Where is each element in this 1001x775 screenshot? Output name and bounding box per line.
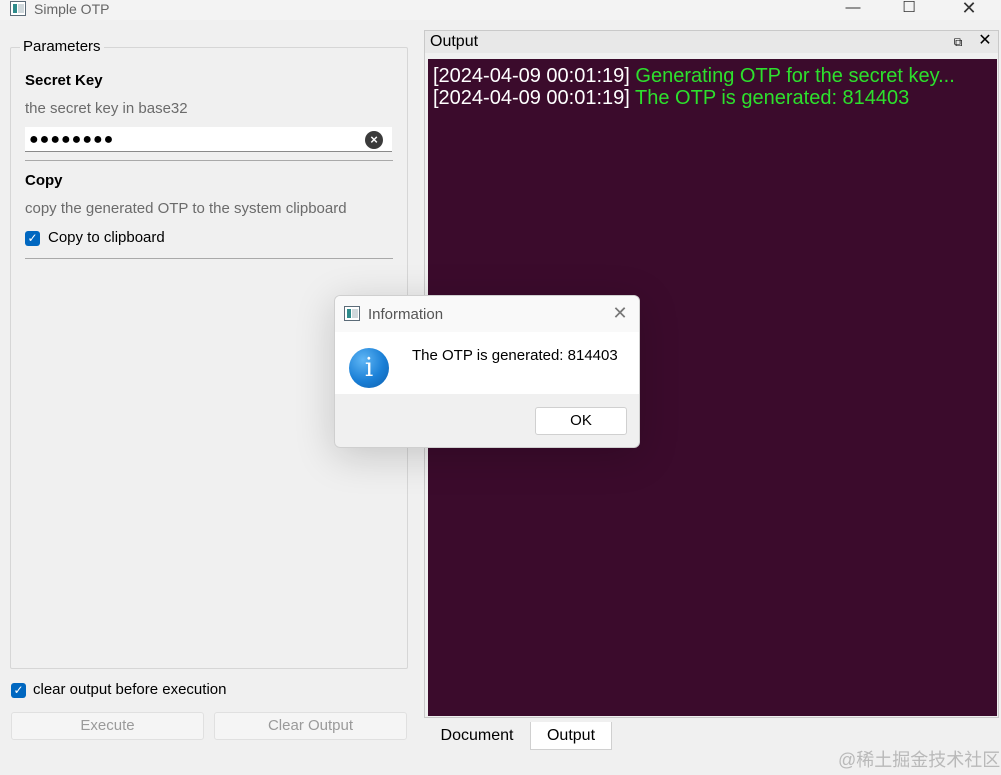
copy-description: copy the generated OTP to the system cli… xyxy=(25,200,347,217)
console-message: Generating OTP for the secret key... xyxy=(635,65,955,87)
console-message: The OTP is generated: 814403 xyxy=(635,87,910,109)
console-line: [2024-04-09 00:01:19] The OTP is generat… xyxy=(433,87,997,109)
clear-output-before-execution-checkbox[interactable]: ✓ xyxy=(11,683,26,698)
dialog-message: The OTP is generated: 814403 xyxy=(412,347,618,364)
window-close-icon[interactable]: ✕ xyxy=(946,0,992,20)
dialog-titlebar: Information ✕ xyxy=(335,296,639,332)
maximize-icon[interactable]: ☐ xyxy=(886,0,932,20)
checkmark-icon: ✓ xyxy=(27,231,38,245)
dialog-body: i The OTP is generated: 814403 xyxy=(335,332,639,394)
app-window-icon xyxy=(344,306,360,321)
secret-key-input[interactable]: ●●●●●●●● xyxy=(25,127,392,152)
tab-document[interactable]: Document xyxy=(426,722,528,750)
window-title: Simple OTP xyxy=(34,1,110,17)
information-dialog: Information ✕ i The OTP is generated: 81… xyxy=(334,295,640,448)
ok-button[interactable]: OK xyxy=(535,407,627,435)
console-timestamp: [2024-04-09 00:01:19] xyxy=(433,65,630,87)
output-dock-title: Output xyxy=(430,33,479,50)
clear-input-icon[interactable]: × xyxy=(365,131,383,149)
execute-button[interactable]: Execute xyxy=(11,712,204,740)
float-dock-icon[interactable]: ⧉ xyxy=(951,35,965,49)
close-dock-icon[interactable]: ✕ xyxy=(977,33,993,49)
secret-key-label: Secret Key xyxy=(25,72,103,89)
output-dock-header: Output ⧉ ✕ xyxy=(425,31,998,53)
watermark: @稀土掘金技术社区 xyxy=(838,750,1001,770)
console-line: [2024-04-09 00:01:19] Generating OTP for… xyxy=(433,65,997,87)
secret-key-description: the secret key in base32 xyxy=(25,100,188,117)
clear-output-before-execution-label[interactable]: clear output before execution xyxy=(33,681,226,698)
tab-output[interactable]: Output xyxy=(530,722,612,750)
info-icon: i xyxy=(349,348,389,388)
app-window-icon xyxy=(10,1,26,16)
separator xyxy=(25,258,393,259)
copy-label: Copy xyxy=(25,172,63,189)
copy-to-clipboard-label[interactable]: Copy to clipboard xyxy=(48,229,165,246)
separator xyxy=(25,160,393,161)
clear-output-button[interactable]: Clear Output xyxy=(214,712,407,740)
parameters-group-title: Parameters xyxy=(20,38,104,55)
copy-to-clipboard-checkbox[interactable]: ✓ xyxy=(25,231,40,246)
checkmark-icon: ✓ xyxy=(13,683,24,697)
dialog-title: Information xyxy=(368,306,444,323)
window-titlebar: Simple OTP — ☐ ✕ xyxy=(0,0,1001,20)
minimize-icon[interactable]: — xyxy=(830,0,876,20)
dialog-close-icon[interactable]: ✕ xyxy=(609,302,631,324)
console-timestamp: [2024-04-09 00:01:19] xyxy=(433,87,630,109)
